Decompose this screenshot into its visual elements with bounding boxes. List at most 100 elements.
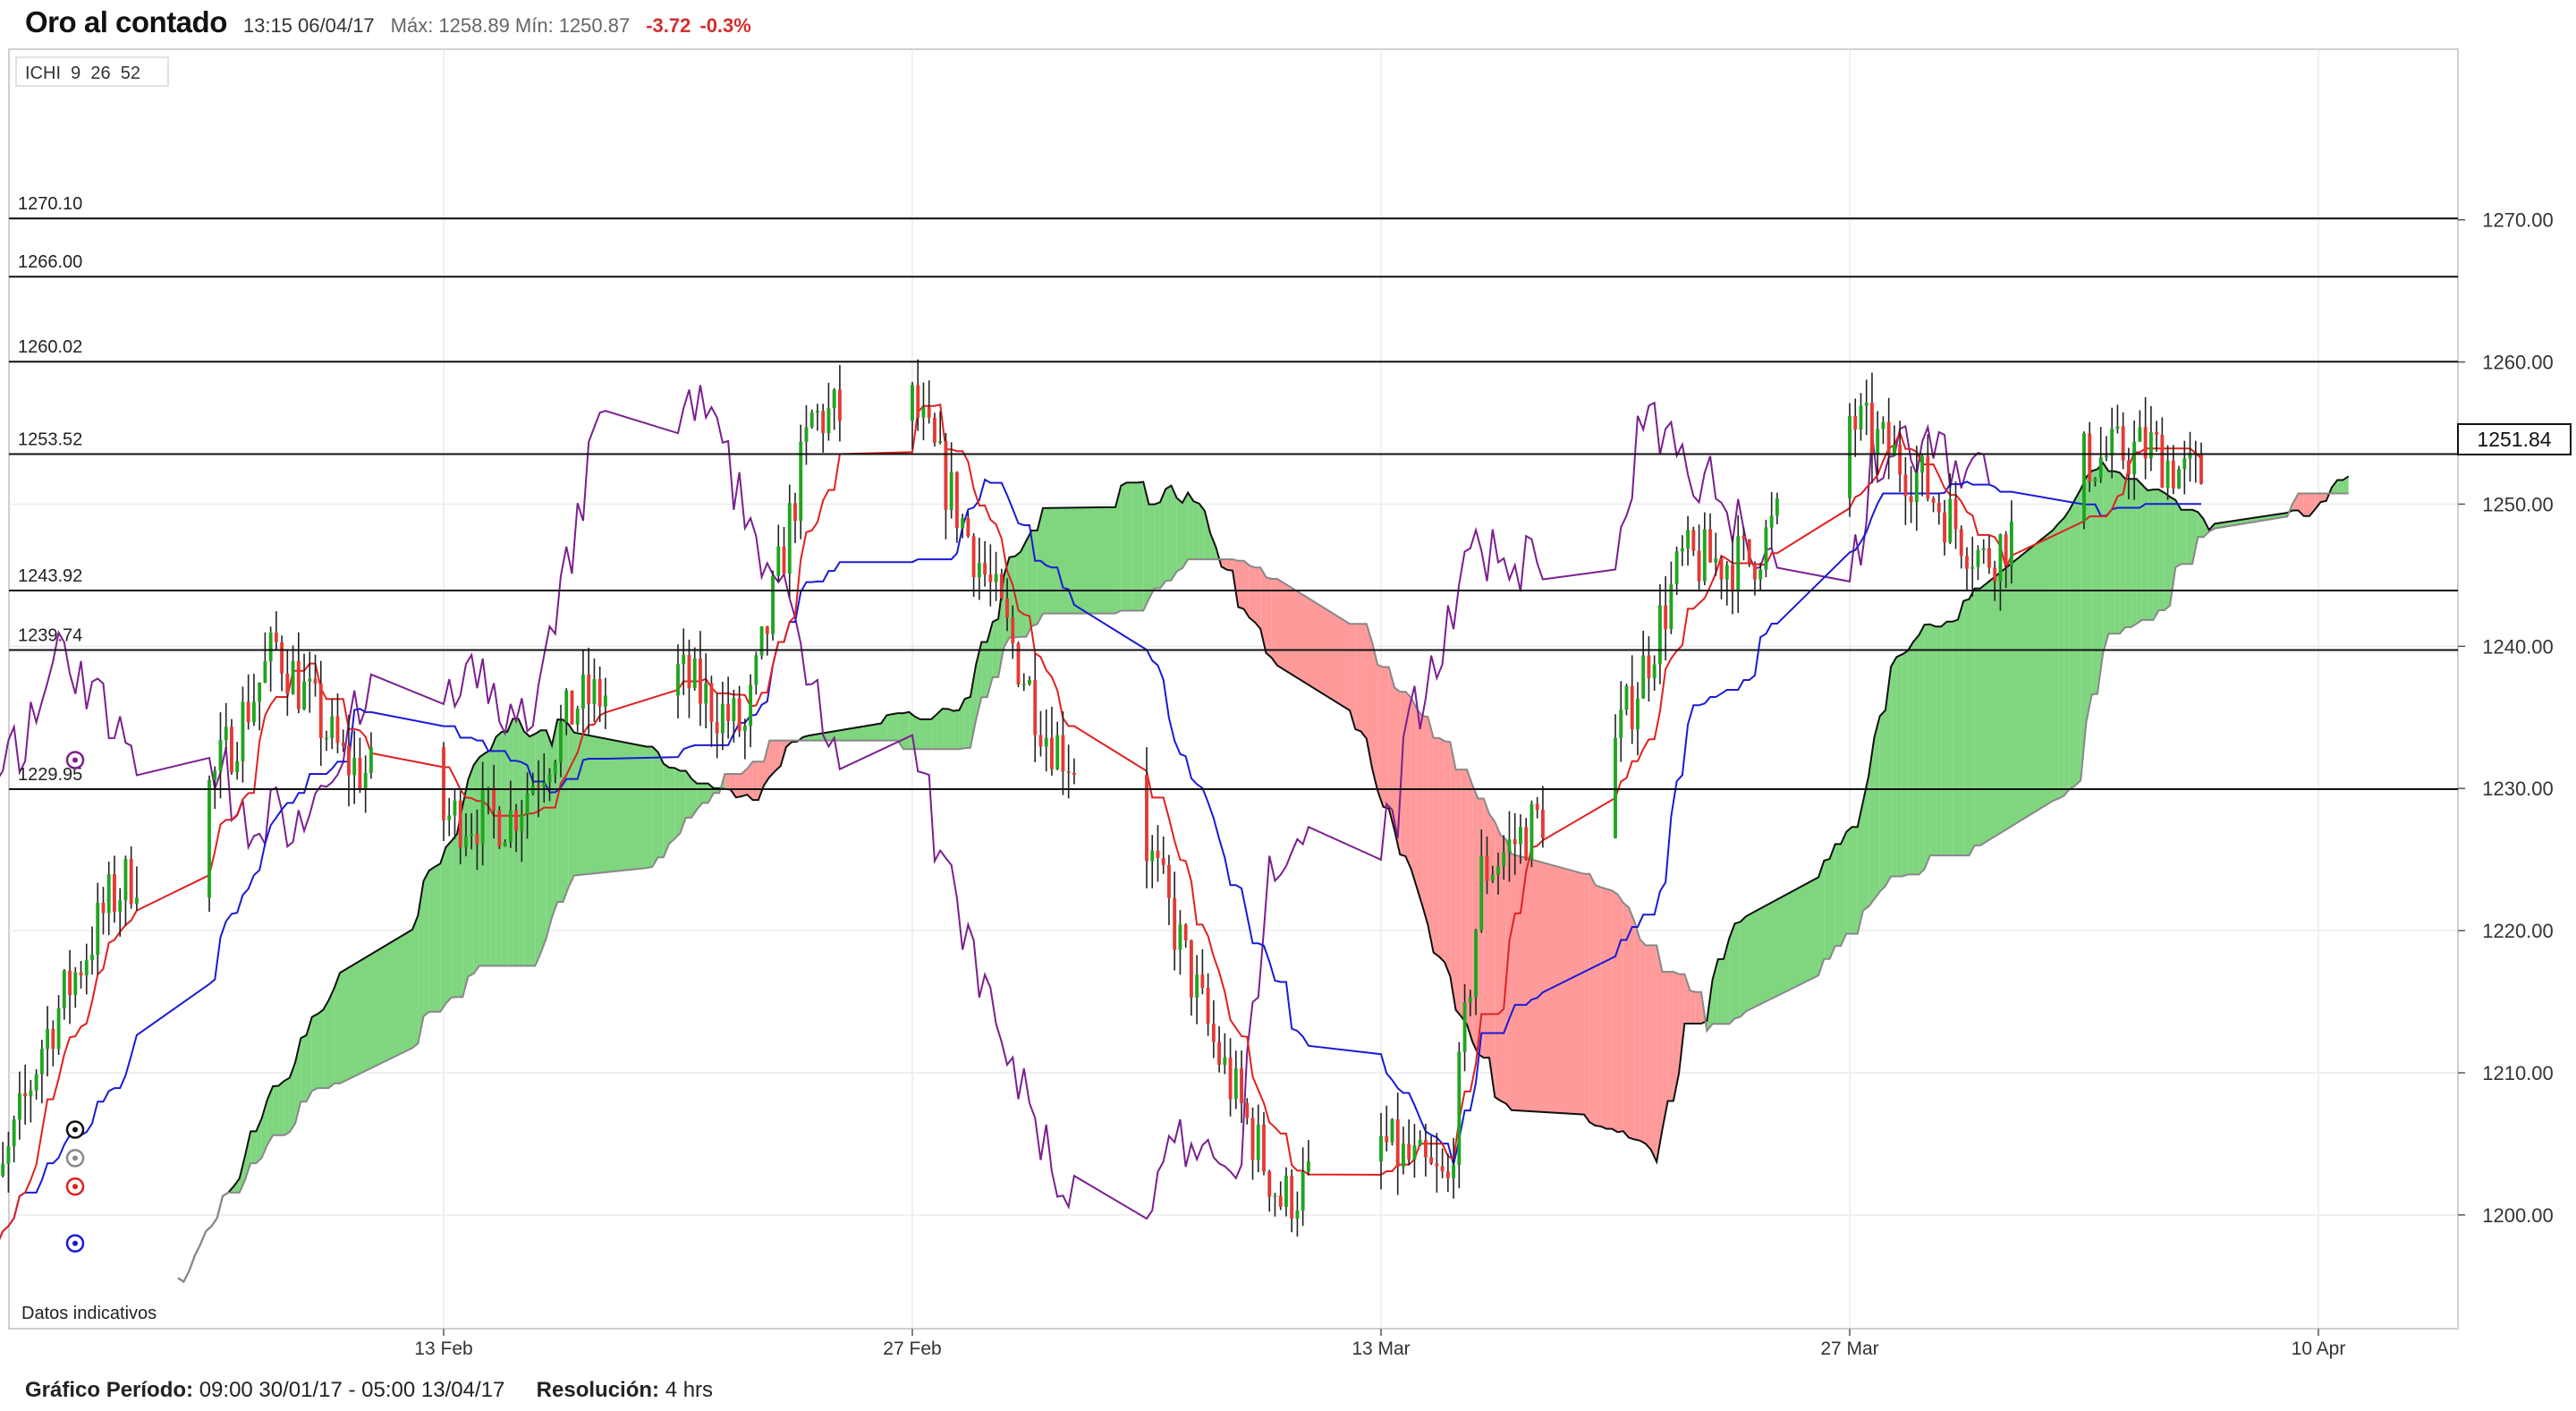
candle-body [1445,1171,1450,1178]
kumo-segment [1690,990,1696,1024]
candle-body [1240,1068,1243,1103]
price-tick-label: 1250.00 [2482,493,2554,515]
kumo-segment [328,988,335,1089]
kumo-segment [250,1131,257,1164]
candle-body [1490,874,1495,881]
kumo-segment [552,719,558,918]
kumo-segment [323,999,329,1089]
candle-body [1028,679,1031,684]
candle-body [1519,827,1522,845]
kumo-segment [1717,958,1724,1024]
candle-body [34,1074,38,1091]
kumo-segment [1824,858,1830,959]
candle-body [369,747,373,773]
candle-body [1959,529,1963,557]
candle-body [575,709,580,725]
candle-body [1156,850,1160,858]
candle-body [101,902,106,914]
kumo-segment [1589,873,1596,1126]
candle-body [1418,1139,1422,1145]
price-chart[interactable]: 1270.10 1266.00 1260.02 1253.52 1243.92 1239.… [0,0,2576,1360]
kumo-segment [1835,844,1842,947]
candle-body [1290,1176,1294,1220]
candle-body [2132,441,2137,475]
candle-body [1719,558,1724,580]
kumo-segment [652,746,658,867]
candle-body [916,385,920,418]
kumo-segment [1958,600,1964,856]
kumo-segment [1952,619,1959,856]
kumo-segment [462,779,469,998]
candle-body [1624,685,1629,710]
candle-body [2126,460,2131,475]
candle-body [1233,1068,1238,1100]
kumo-segment [2158,489,2165,610]
candle-body [1379,1135,1383,1162]
line-marker-dot [72,1184,78,1190]
kumo-segment [1941,621,1947,856]
candle-body [1686,530,1690,548]
candle-body [737,698,741,732]
kumo-segment [1193,501,1199,560]
kumo-segment [1271,578,1277,666]
kumo-segment [1165,485,1172,582]
candle-body [268,632,273,662]
candle-body [1200,974,1205,989]
candle-body [570,690,574,725]
candle-body [1993,567,1997,582]
candle-body [84,960,89,976]
kumo-segment [485,750,491,966]
candle-body [285,673,290,694]
data-note: Datos indicativos [21,1304,157,1323]
kumo-segment [284,1077,290,1135]
candle-body [2115,426,2120,429]
kumo-segment [1388,667,1394,830]
candle-body [129,859,133,905]
price-tick-label: 1240.00 [2482,635,2554,658]
candle-body [335,716,340,744]
candle-body [1848,415,1852,498]
price-tick-label: 1210.00 [2482,1062,2554,1084]
candle-body [508,810,513,843]
kumo-segment [301,1035,307,1102]
candle-body [1402,1143,1405,1168]
candle-body [1652,664,1657,678]
candle-body [1440,1166,1445,1172]
candle-body [39,1049,44,1075]
candle-body [1395,1119,1400,1168]
candle-body [17,1092,21,1120]
kumo-segment [1438,737,1445,963]
candle-body [514,810,519,831]
candle-body [6,1146,11,1164]
kumo-segment [1936,626,1942,856]
kumo-segment [1628,907,1635,1140]
candle-body [692,659,697,689]
candle-body [537,786,540,787]
level-label: 1239.74 [18,625,82,645]
kumo-segment [2069,498,2076,789]
kumo-segment [735,774,742,798]
candle-body [1870,403,1874,455]
kumo-segment [563,719,569,903]
candle-body [994,574,998,582]
candle-body [1055,735,1060,769]
kumo-segment [2108,471,2114,634]
candle-body [1909,496,1913,503]
candle-body [1981,548,1986,550]
candle-body [1245,1102,1250,1118]
kumo-segment [903,711,910,750]
kumo-segment [2186,509,2193,565]
kumo-segment [1182,492,1189,569]
candle-body [1050,737,1054,769]
candle-body [2165,460,2170,489]
kumo-segment [1377,665,1384,807]
kumo-segment [925,718,932,750]
candle-body [1619,710,1623,738]
candle-body [464,836,468,847]
candle-body [1407,1143,1411,1160]
candle-body [1278,1195,1283,1207]
resolution-value: 4 hrs [665,1378,714,1402]
candle-body [954,472,959,529]
candle-body [1530,803,1534,860]
candle-body [1708,529,1712,563]
